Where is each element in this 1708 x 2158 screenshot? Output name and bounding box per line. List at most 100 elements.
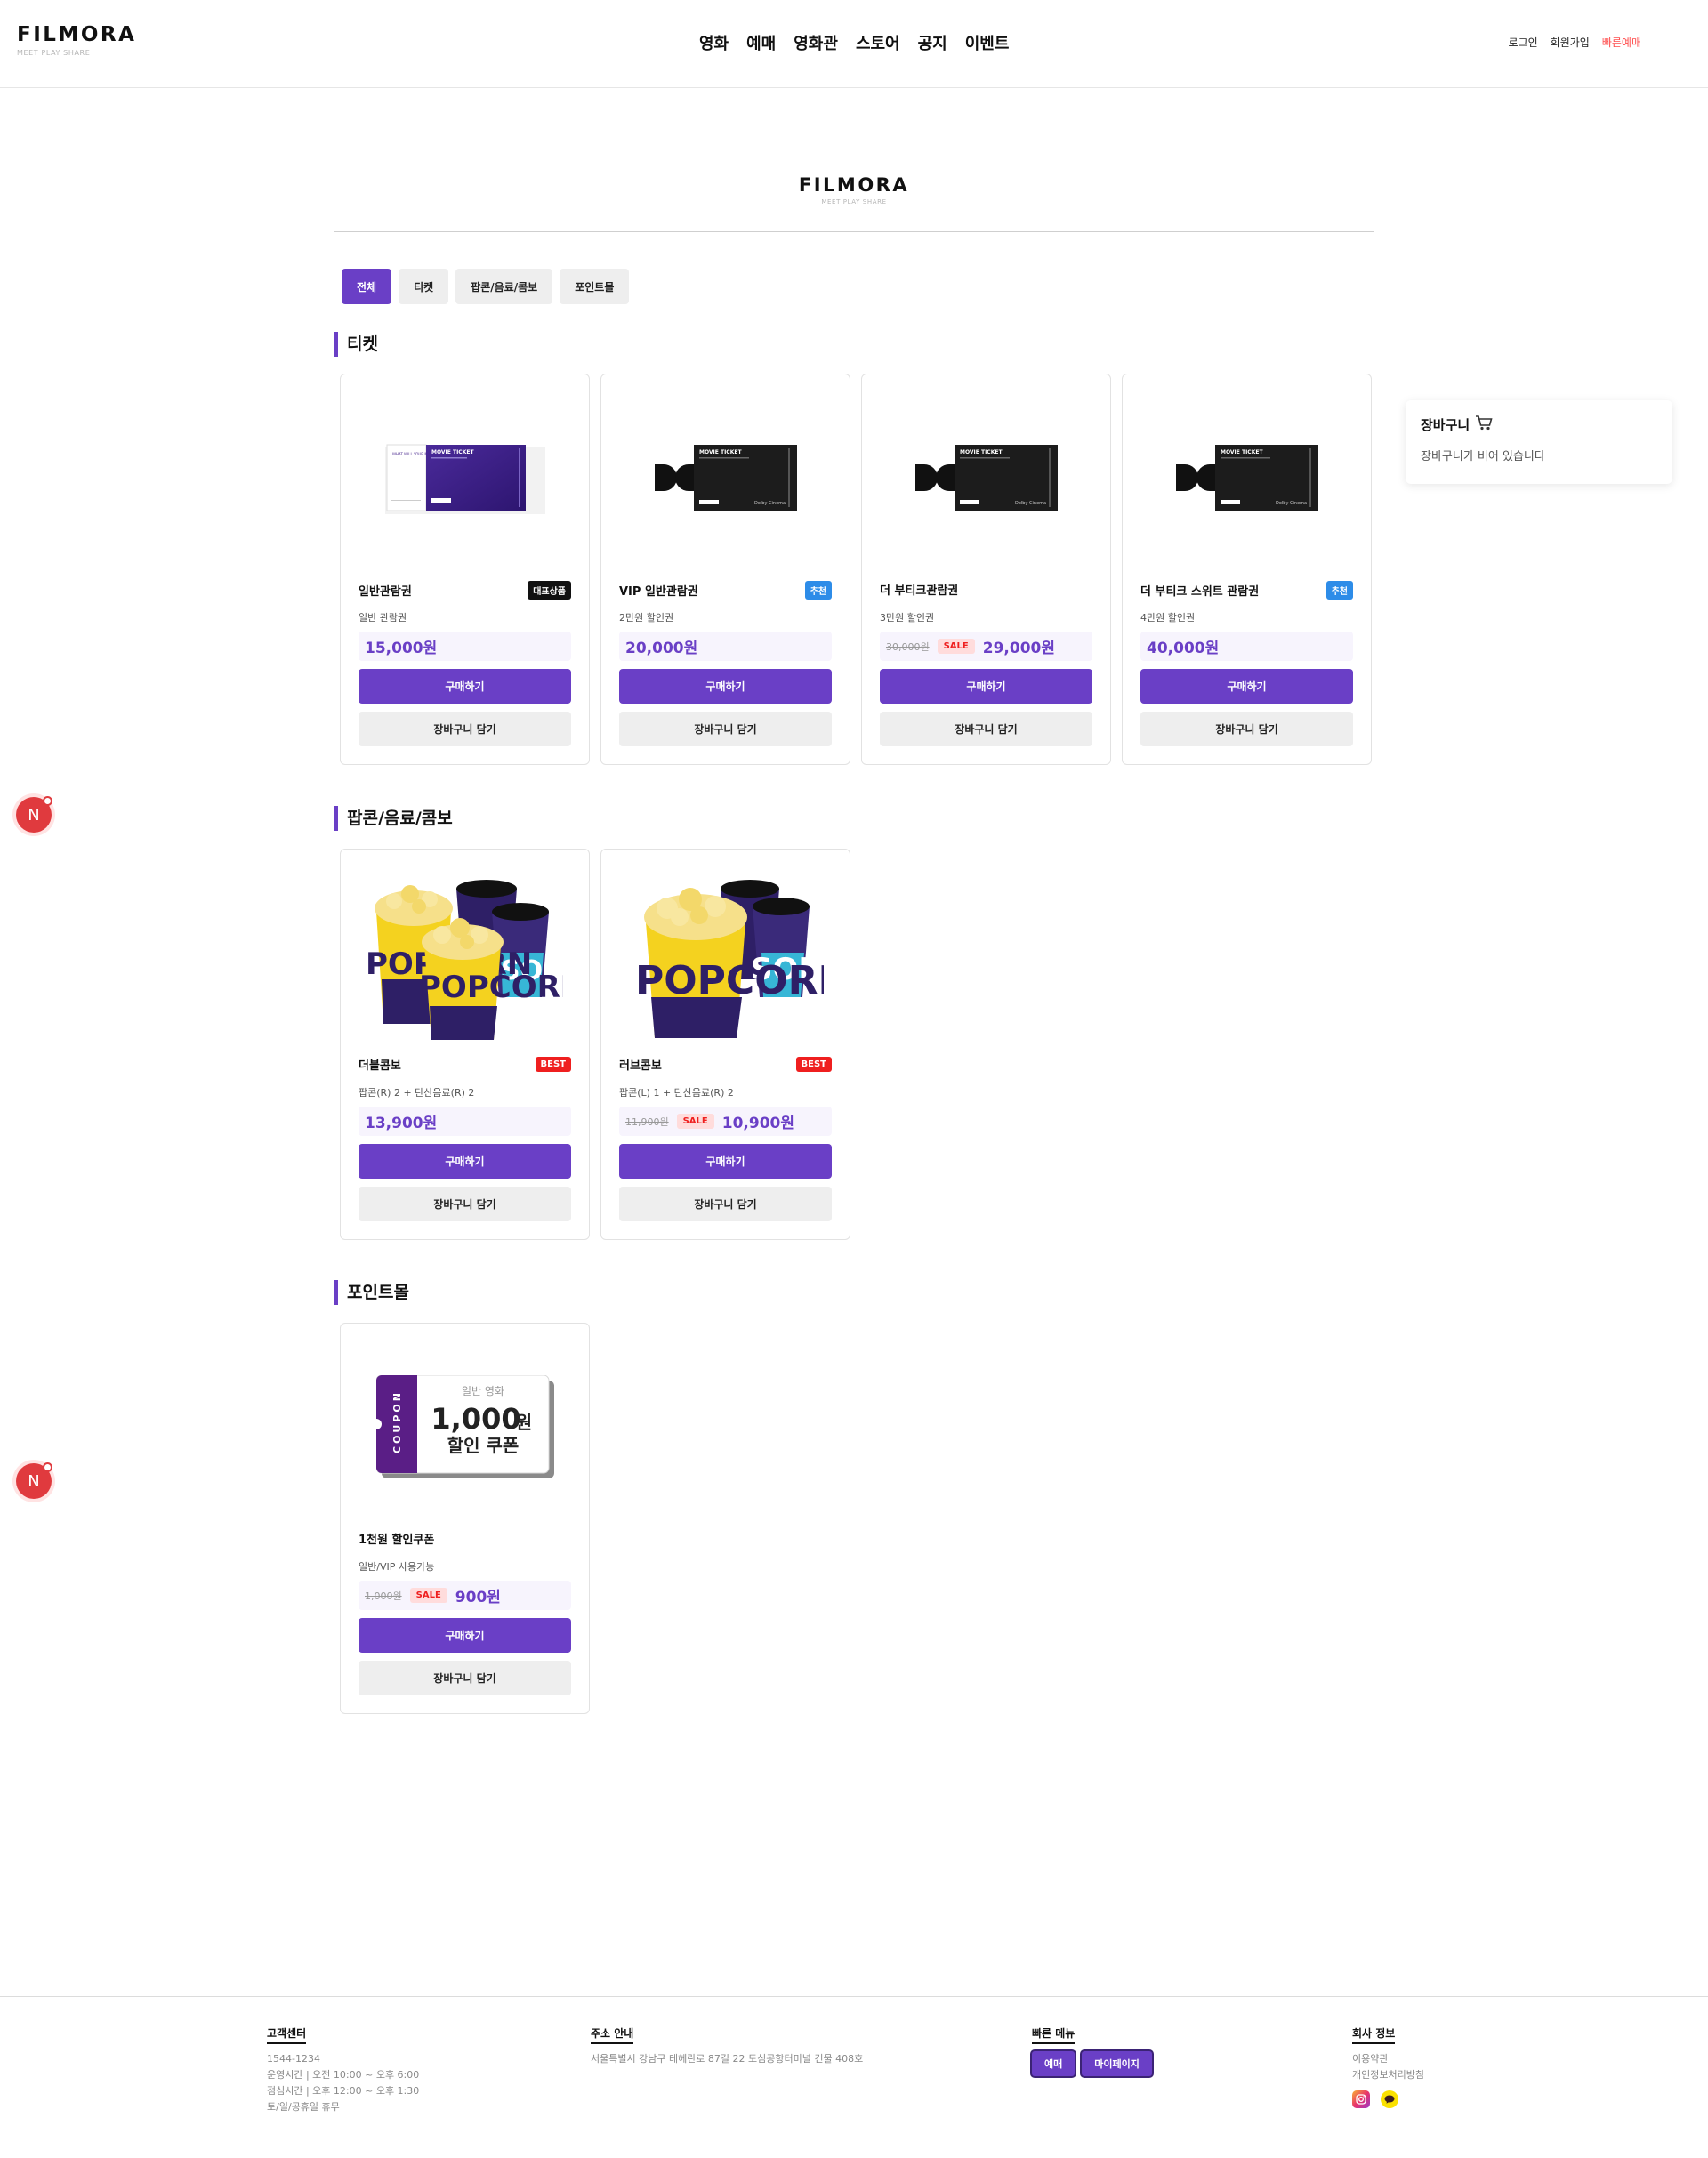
- price-box: 40,000원: [1140, 632, 1353, 661]
- ticket-product-grid: WHAT WILL YOUR MOVIE BE? MOVIE TICKET 일반…: [340, 374, 1372, 765]
- add-to-cart-button[interactable]: 장바구니 담기: [619, 712, 832, 746]
- price-box: 20,000원: [619, 632, 832, 661]
- footer-privacy-link[interactable]: 개인정보처리방침: [1352, 2067, 1424, 2083]
- buy-button[interactable]: 구매하기: [619, 1144, 832, 1179]
- footer-quick-title: 빠른 메뉴: [1032, 2025, 1076, 2044]
- site-footer: 고객센터 1544-1234 운영시간 | 오전 10:00 ~ 오후 6:00…: [0, 1996, 1708, 2158]
- product-name: 더 부티크관람권: [880, 584, 959, 598]
- section-title-snack: 팝콘/음료/콤보: [334, 806, 453, 831]
- product-badge: BEST: [535, 1057, 571, 1072]
- buy-button[interactable]: 구매하기: [619, 669, 832, 704]
- nav-item-event[interactable]: 이벤트: [965, 31, 1010, 54]
- add-to-cart-button[interactable]: 장바구니 담기: [880, 712, 1092, 746]
- product-price: 20,000원: [625, 640, 698, 657]
- product-card: MOVIE TICKET Dolby Cinema 더 부티크관람권 3만원 할…: [861, 374, 1111, 765]
- svg-text:Dolby Cinema: Dolby Cinema: [754, 501, 786, 506]
- footer-booking-button[interactable]: 예매: [1032, 2051, 1076, 2076]
- product-badge: 추천: [804, 581, 832, 600]
- floating-n-button[interactable]: N: [16, 1462, 52, 1499]
- nav-item-theater[interactable]: 영화관: [794, 31, 838, 54]
- product-badge: BEST: [795, 1057, 832, 1072]
- product-card: SODA POPCORN 러브콤보 BEST 팝콘(L) 1 + 탄산음료(R)…: [600, 849, 850, 1240]
- logo-wordmark: FILMORA: [17, 23, 137, 46]
- product-name: 더블콤보: [359, 1059, 401, 1073]
- original-price: 1,000원: [365, 1590, 402, 1602]
- svg-text:COUPON: COUPON: [391, 1390, 403, 1453]
- original-price: 11,900원: [625, 1115, 669, 1128]
- product-name: 러브콤보: [619, 1059, 662, 1073]
- buy-button[interactable]: 구매하기: [880, 669, 1092, 704]
- price-box: 1,000원 SALE 900원: [359, 1581, 571, 1610]
- footer-support-phone: 1544-1234: [267, 2053, 320, 2065]
- add-to-cart-button[interactable]: 장바구니 담기: [359, 1187, 571, 1221]
- svg-text:원: 원: [516, 1412, 532, 1433]
- svg-text:POPCORN: POPCORN: [635, 958, 824, 1003]
- nav-item-booking[interactable]: 예매: [746, 31, 776, 54]
- nav-item-notice[interactable]: 공지: [918, 31, 947, 54]
- footer-company-title: 회사 정보: [1352, 2025, 1396, 2044]
- footer-address-line: 서울특별시 강남구 테헤란로 87길 22 도심공항터미널 건물 408호: [591, 2053, 864, 2065]
- price-box: 11,900원 SALE 10,900원: [619, 1107, 832, 1136]
- store-title-tagline: MEET PLAY SHARE: [821, 198, 887, 205]
- tab-all[interactable]: 전체: [342, 269, 392, 304]
- footer-terms-link[interactable]: 이용약관: [1352, 2051, 1424, 2067]
- store-title-logo: FILMORA MEET PLAY SHARE: [0, 173, 1708, 205]
- svg-text:POPCORN: POPCORN: [419, 970, 563, 1005]
- login-link[interactable]: 로그인: [1509, 35, 1538, 50]
- buy-button[interactable]: 구매하기: [1140, 669, 1353, 704]
- product-price: 13,900원: [365, 1115, 438, 1132]
- quick-booking-link[interactable]: 빠른예매: [1602, 35, 1641, 50]
- product-card: WHAT WILL YOUR MOVIE BE? MOVIE TICKET 일반…: [340, 374, 590, 765]
- add-to-cart-button[interactable]: 장바구니 담기: [359, 712, 571, 746]
- product-price: 10,900원: [721, 1115, 795, 1132]
- buy-button[interactable]: 구매하기: [359, 1144, 571, 1179]
- cart-title: 장바구니: [1421, 416, 1470, 433]
- tab-ticket[interactable]: 티켓: [399, 269, 449, 304]
- kakaotalk-icon[interactable]: [1381, 2090, 1398, 2108]
- product-desc: 일반 관람권: [359, 612, 407, 624]
- sale-badge: SALE: [409, 1588, 447, 1603]
- instagram-icon[interactable]: [1352, 2090, 1370, 2108]
- price-box: 15,000원: [359, 632, 571, 661]
- footer-quick-menu: 빠른 메뉴 예매 마이페이지: [1032, 2024, 1152, 2076]
- product-image: SODA POPCORN: [619, 864, 833, 1042]
- svg-text:MOVIE TICKET: MOVIE TICKET: [960, 449, 1003, 455]
- signup-link[interactable]: 회원가입: [1551, 35, 1590, 50]
- logo-tagline: MEET PLAY SHARE: [17, 49, 91, 57]
- product-name: VIP 일반관람권: [619, 585, 698, 599]
- footer-support-closed: 토/일/공휴일 휴무: [267, 2101, 340, 2113]
- category-tabs: 전체 티켓 팝콘/음료/콤보 포인트몰: [342, 269, 630, 304]
- product-card: SODA POPCORN POPCORN 더블콤보 BEST 팝콘(R) 2 +…: [340, 849, 590, 1240]
- product-price: 15,000원: [365, 640, 438, 657]
- price-box: 13,900원: [359, 1107, 571, 1136]
- main-nav: 영화 예매 영화관 스토어 공지 이벤트: [699, 31, 1009, 54]
- buy-button[interactable]: 구매하기: [359, 1618, 571, 1653]
- tab-pointmall[interactable]: 포인트몰: [560, 269, 630, 304]
- add-to-cart-button[interactable]: 장바구니 담기: [619, 1187, 832, 1221]
- product-image: WHAT WILL YOUR MOVIE BE? MOVIE TICKET: [359, 389, 572, 567]
- nav-item-movie[interactable]: 영화: [699, 31, 729, 54]
- pointmall-product-grid: COUPON 일반 영화 1,000 원 할인 쿠폰 1천원 할인쿠폰 일반/V…: [340, 1323, 590, 1714]
- product-price: 40,000원: [1147, 640, 1220, 657]
- product-badge: 추천: [1325, 581, 1353, 600]
- store-title-wordmark: FILMORA: [798, 174, 910, 196]
- nav-item-store[interactable]: 스토어: [856, 31, 900, 54]
- utility-nav: 로그인 회원가입 빠른예매: [1509, 35, 1641, 50]
- footer-mypage-button[interactable]: 마이페이지: [1082, 2051, 1152, 2076]
- add-to-cart-button[interactable]: 장바구니 담기: [359, 1661, 571, 1695]
- footer-support-title: 고객센터: [267, 2025, 307, 2044]
- product-name: 1천원 할인쿠폰: [359, 1534, 435, 1547]
- header-logo[interactable]: FILMORA MEET PLAY SHARE: [17, 23, 136, 57]
- svg-text:할인 쿠폰: 할인 쿠폰: [447, 1435, 520, 1456]
- section-title-pointmall: 포인트몰: [334, 1280, 409, 1305]
- sale-badge: SALE: [937, 639, 975, 654]
- svg-text:MOVIE TICKET: MOVIE TICKET: [699, 449, 742, 455]
- buy-button[interactable]: 구매하기: [359, 669, 571, 704]
- tab-snack[interactable]: 팝콘/음료/콤보: [455, 269, 553, 304]
- floating-n-button[interactable]: N: [16, 796, 52, 833]
- add-to-cart-button[interactable]: 장바구니 담기: [1140, 712, 1353, 746]
- snack-product-grid: SODA POPCORN POPCORN 더블콤보 BEST 팝콘(R) 2 +…: [340, 849, 850, 1240]
- product-desc: 4만원 할인권: [1140, 612, 1196, 624]
- original-price: 30,000원: [886, 640, 930, 653]
- product-badge: 대표상품: [528, 581, 571, 600]
